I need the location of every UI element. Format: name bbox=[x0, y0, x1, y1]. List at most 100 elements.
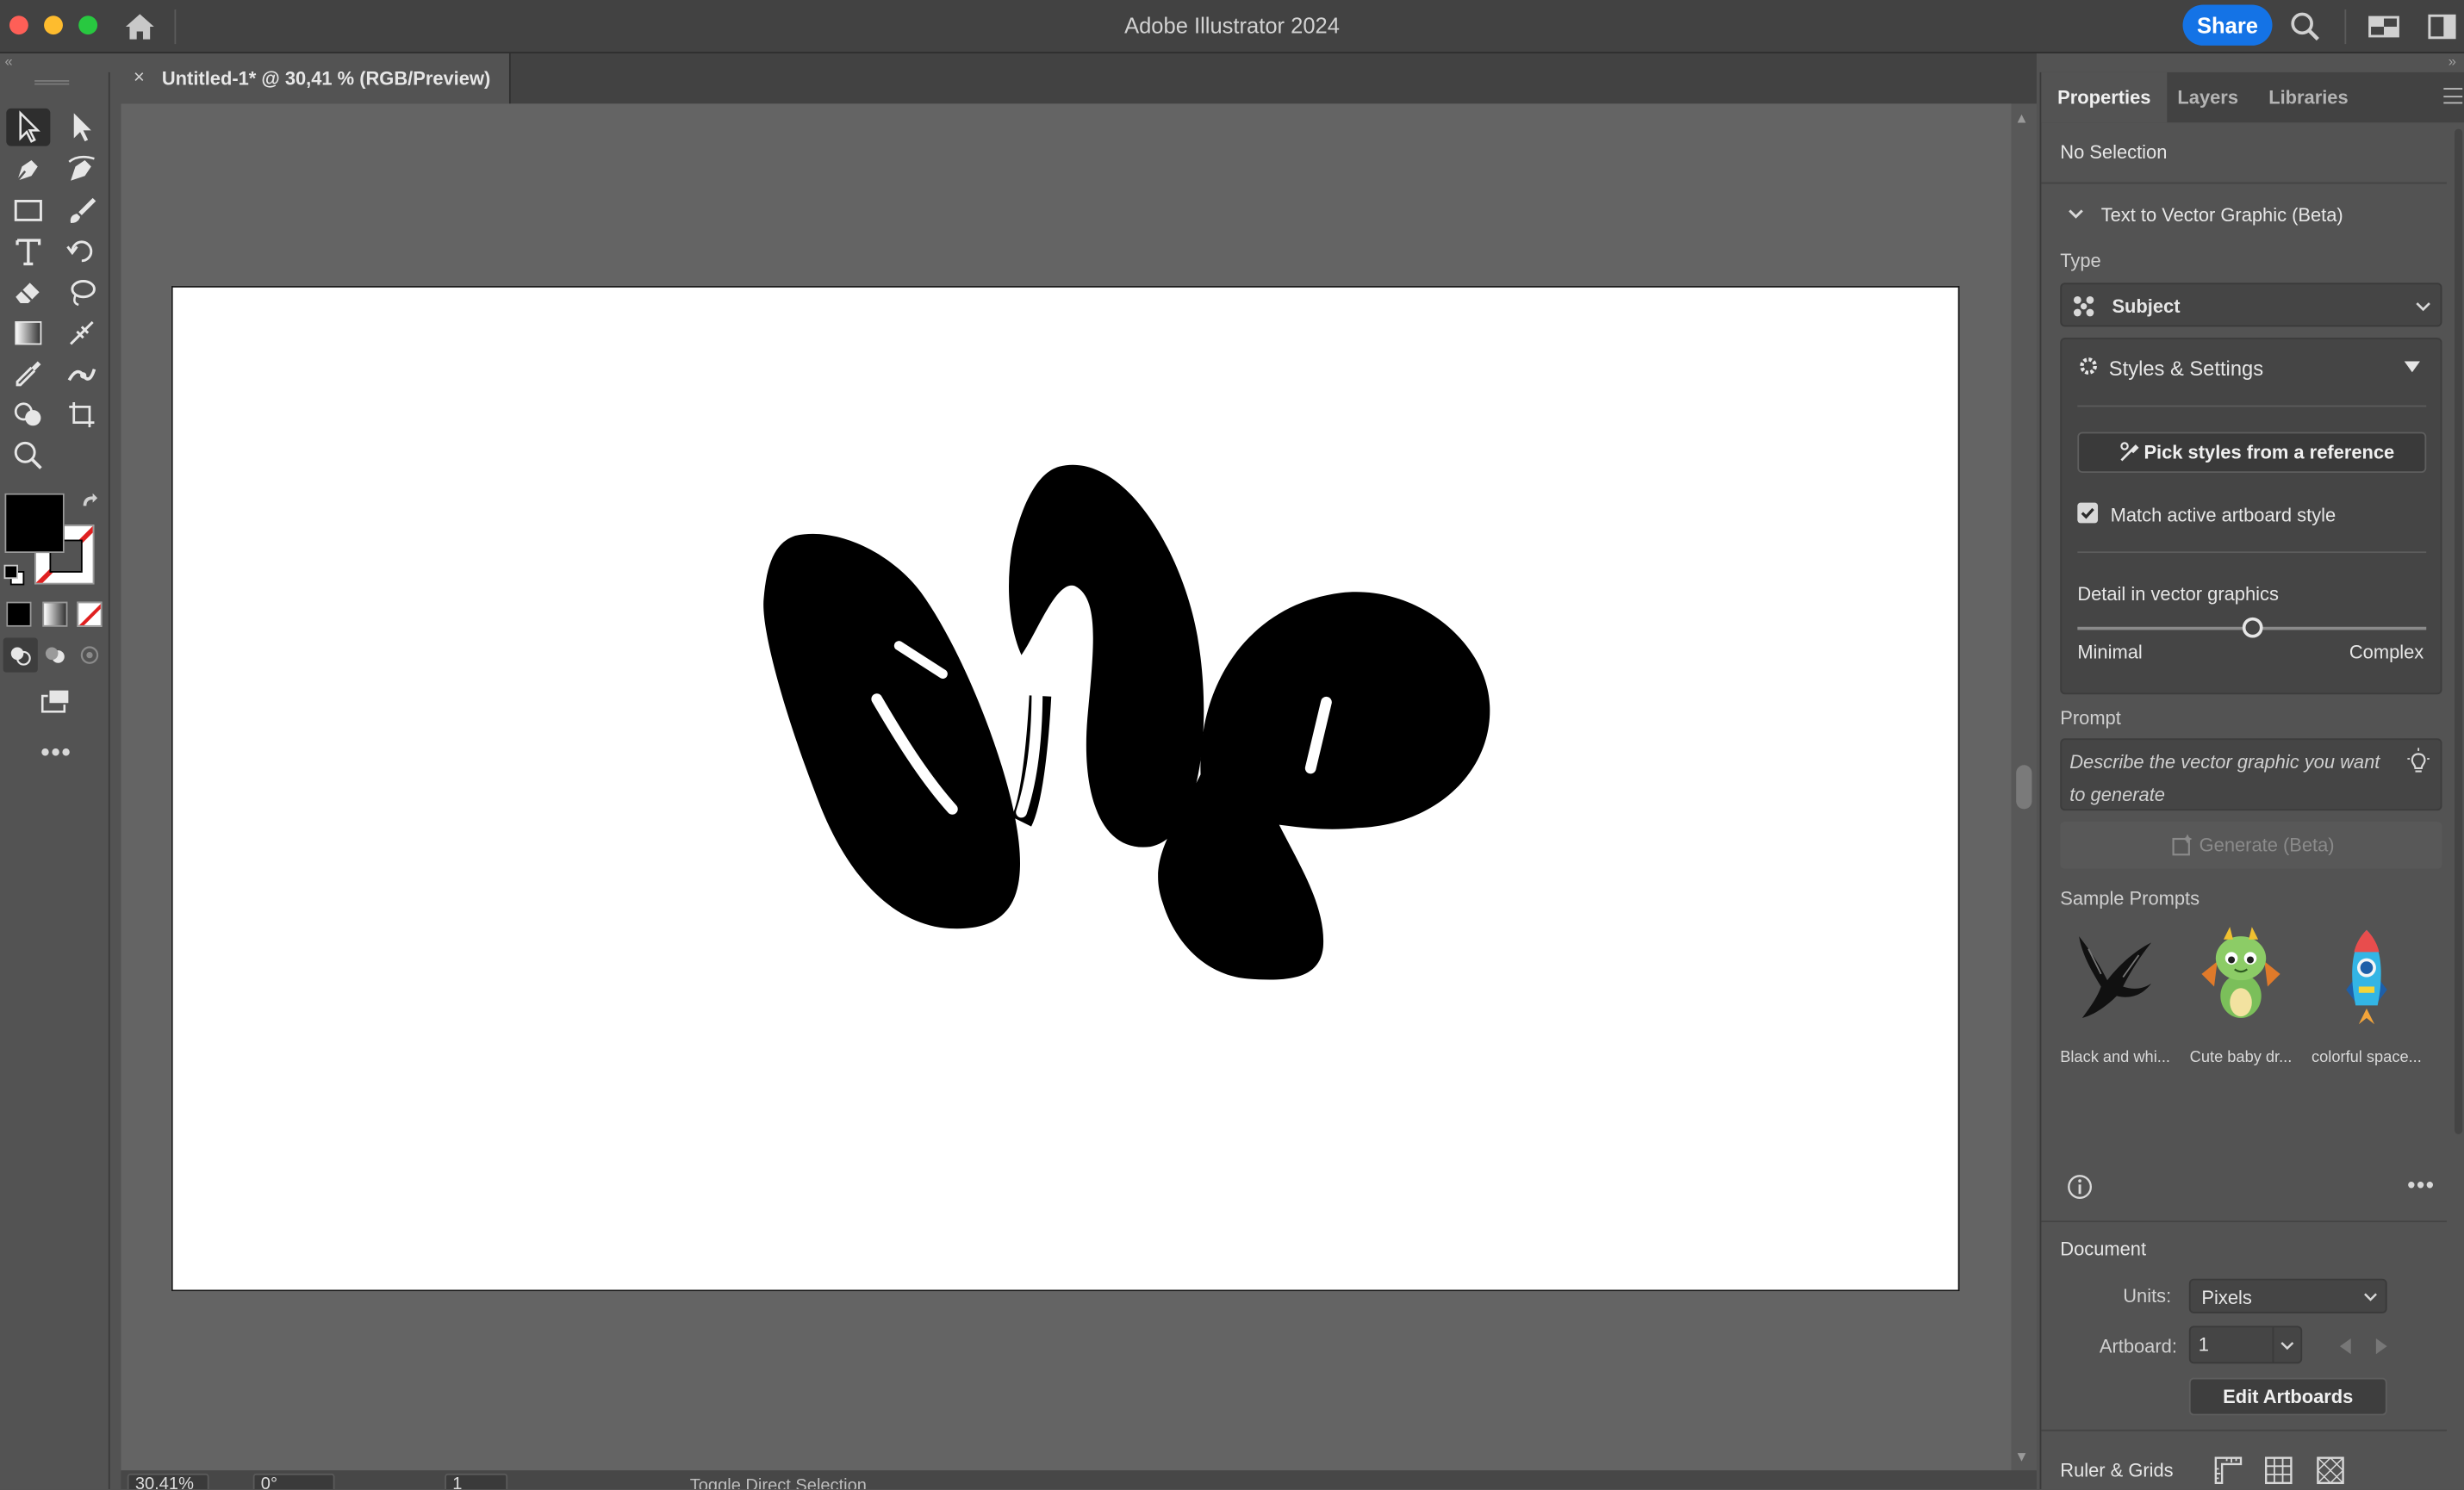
selector-divider bbox=[2272, 1327, 2274, 1363]
ruler-icon[interactable] bbox=[2212, 1455, 2243, 1486]
rotation-field[interactable]: 0° bbox=[252, 1473, 335, 1490]
canvas-vertical-scrollbar[interactable]: ▲ ▼ bbox=[2011, 103, 2037, 1471]
collapse-panel-icon[interactable]: » bbox=[2448, 53, 2456, 69]
prompt-input[interactable]: Describe the vector graphic you want to … bbox=[2060, 738, 2442, 811]
sample-prompts-label: Sample Prompts bbox=[2060, 887, 2200, 910]
more-tools-icon[interactable]: ••• bbox=[40, 740, 72, 768]
curvature-tool[interactable] bbox=[59, 151, 103, 189]
zoom-magnifier-icon bbox=[14, 441, 42, 469]
next-artboard-icon[interactable] bbox=[2374, 1338, 2387, 1355]
artboard-tool[interactable] bbox=[59, 396, 103, 434]
eyedropper-tool[interactable] bbox=[6, 355, 50, 393]
tab-properties[interactable]: Properties bbox=[2041, 71, 2168, 123]
info-icon[interactable] bbox=[2067, 1174, 2094, 1201]
rectangle-tool[interactable] bbox=[6, 192, 50, 230]
swap-fill-stroke-icon[interactable] bbox=[78, 492, 101, 514]
artboard[interactable] bbox=[171, 285, 1960, 1292]
panel-menu-icon[interactable] bbox=[2443, 88, 2463, 104]
panel-toggle-icon[interactable] bbox=[2424, 9, 2459, 44]
zoom-tool[interactable] bbox=[6, 437, 50, 475]
selection-tool[interactable] bbox=[6, 108, 51, 146]
sample-label-dragon: Cute baby dr... bbox=[2189, 1049, 2293, 1067]
workspace-layout-icon[interactable] bbox=[2367, 9, 2401, 44]
gradient-mode-button[interactable] bbox=[42, 601, 68, 627]
type-dropdown[interactable]: Subject bbox=[2060, 282, 2442, 327]
caret-down-icon[interactable] bbox=[2404, 361, 2420, 375]
curvature-pen-icon bbox=[68, 155, 95, 181]
lasso-tool[interactable] bbox=[59, 273, 103, 311]
gradient-icon bbox=[15, 321, 42, 345]
units-label: Units: bbox=[2123, 1285, 2172, 1307]
zoom-field[interactable]: 30,41% bbox=[127, 1473, 209, 1490]
none-slash-icon bbox=[79, 604, 101, 625]
gear-icon bbox=[2080, 357, 2097, 375]
rotate-tool[interactable] bbox=[59, 233, 103, 270]
draw-normal-button[interactable] bbox=[3, 637, 38, 673]
chevron-down-icon[interactable] bbox=[2067, 204, 2086, 223]
fill-swatch[interactable] bbox=[4, 493, 65, 554]
type-label: Type bbox=[2060, 250, 2101, 272]
chevron-down-icon[interactable] bbox=[2280, 1338, 2294, 1352]
match-style-checkbox[interactable] bbox=[2077, 502, 2099, 524]
units-dropdown[interactable]: Pixels bbox=[2188, 1278, 2387, 1313]
panel-tab-bar: Properties Layers Libraries bbox=[2041, 71, 2464, 123]
artboard-number-field[interactable]: 1 bbox=[445, 1473, 508, 1490]
pick-styles-button[interactable]: Pick styles from a reference bbox=[2077, 431, 2427, 474]
type-tool[interactable] bbox=[6, 233, 50, 270]
sample-prompt-rocket[interactable] bbox=[2312, 921, 2422, 1031]
detail-slider-handle[interactable] bbox=[2241, 617, 2262, 638]
draw-behind-button[interactable] bbox=[38, 638, 72, 673]
gradient-tool[interactable] bbox=[6, 314, 50, 352]
transparency-grid-icon[interactable] bbox=[2315, 1455, 2346, 1486]
shape-builder-tool[interactable] bbox=[6, 396, 50, 434]
mp-logo-artwork[interactable] bbox=[729, 460, 1492, 982]
eraser-icon bbox=[16, 282, 40, 304]
more-options-icon[interactable]: ••• bbox=[2407, 1172, 2435, 1197]
default-fill-stroke-icon[interactable] bbox=[3, 564, 26, 587]
draw-inside-button[interactable] bbox=[72, 638, 107, 673]
subject-icon bbox=[2073, 296, 2094, 317]
eraser-tool[interactable] bbox=[6, 273, 50, 311]
edit-artboards-button[interactable]: Edit Artboards bbox=[2188, 1377, 2387, 1416]
section-title[interactable]: Text to Vector Graphic (Beta) bbox=[2101, 204, 2343, 227]
color-mode-button[interactable] bbox=[6, 601, 32, 627]
document-tab[interactable]: × Untitled-1* @ 30,41 % (RGB/Preview) bbox=[121, 53, 511, 104]
puppet-warp-tool[interactable] bbox=[59, 355, 103, 393]
paintbrush-tool[interactable] bbox=[59, 192, 103, 230]
close-tab-icon[interactable]: × bbox=[134, 66, 145, 89]
sample-prompt-bird[interactable] bbox=[2060, 921, 2170, 1031]
width-tool-icon bbox=[70, 320, 94, 345]
artboard-selector[interactable]: 1 bbox=[2188, 1325, 2303, 1364]
collapse-toolbar-icon[interactable]: « bbox=[4, 53, 12, 69]
screen-mode-button[interactable] bbox=[33, 682, 77, 720]
search-icon[interactable] bbox=[2288, 9, 2323, 44]
pick-styles-label: Pick styles from a reference bbox=[2144, 441, 2395, 464]
rotate-icon bbox=[66, 240, 93, 263]
generate-button[interactable]: Generate (Beta) bbox=[2060, 821, 2442, 869]
scroll-down-icon[interactable]: ▼ bbox=[2014, 1449, 2028, 1464]
toolbar-grip[interactable] bbox=[34, 80, 70, 85]
none-mode-button[interactable] bbox=[77, 601, 103, 627]
tab-libraries[interactable]: Libraries bbox=[2252, 72, 2365, 122]
sample-prompt-dragon[interactable] bbox=[2186, 921, 2296, 1031]
styles-settings-label[interactable]: Styles & Settings bbox=[2109, 357, 2263, 380]
tab-layers[interactable]: Layers bbox=[2167, 72, 2249, 122]
grid-icon[interactable] bbox=[2263, 1455, 2294, 1486]
direct-selection-tool[interactable] bbox=[59, 109, 103, 146]
document-tab-bar: × Untitled-1* @ 30,41 % (RGB/Preview) bbox=[121, 53, 2037, 104]
scroll-thumb[interactable] bbox=[2016, 765, 2032, 810]
canvas[interactable] bbox=[121, 103, 2012, 1471]
panel-separator bbox=[2041, 1220, 2447, 1223]
previous-artboard-icon[interactable] bbox=[2339, 1338, 2353, 1355]
title-separator bbox=[2344, 9, 2347, 45]
ruler-grids-label: Ruler & Grids bbox=[2060, 1459, 2174, 1482]
detail-min-label: Minimal bbox=[2077, 641, 2143, 663]
panel-scrollbar[interactable] bbox=[2455, 128, 2463, 1134]
scroll-up-icon[interactable]: ▲ bbox=[2014, 110, 2028, 126]
generate-label: Generate (Beta) bbox=[2199, 834, 2335, 857]
share-button[interactable]: Share bbox=[2182, 4, 2273, 46]
width-tool[interactable] bbox=[59, 314, 103, 352]
type-value: Subject bbox=[2112, 295, 2181, 318]
pen-tool[interactable] bbox=[6, 151, 50, 189]
lightbulb-icon[interactable] bbox=[2405, 748, 2433, 776]
